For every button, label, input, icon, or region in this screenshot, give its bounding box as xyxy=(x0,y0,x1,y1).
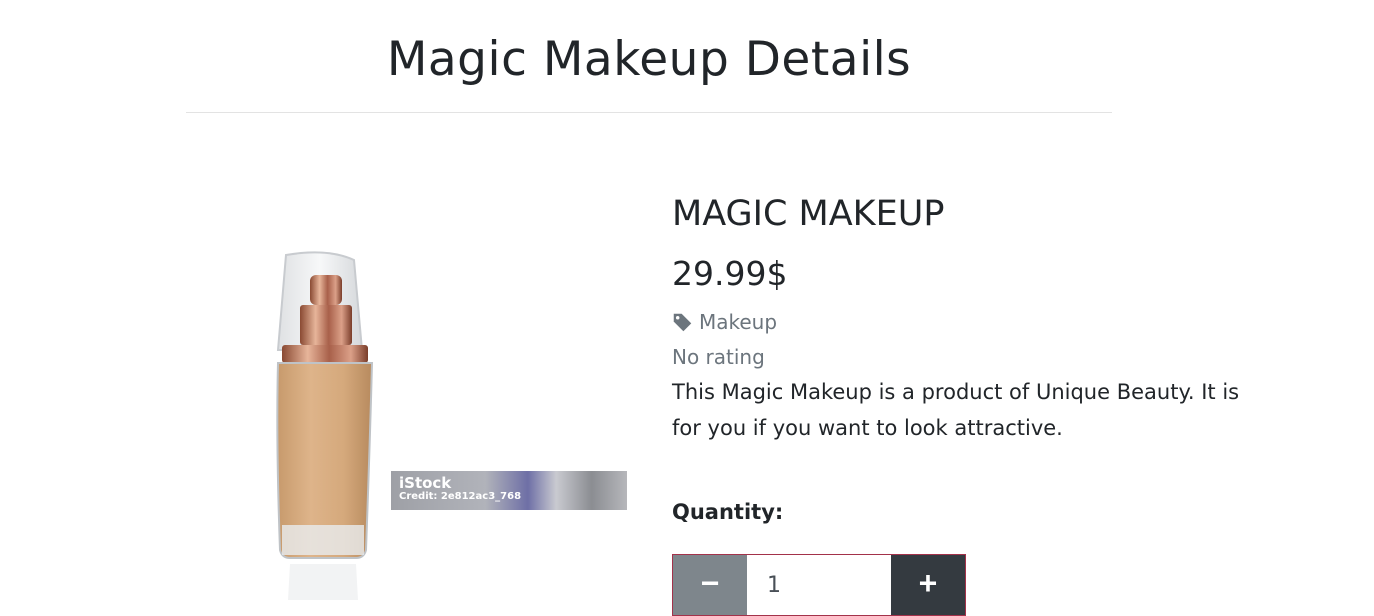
product-details: MAGIC MAKEUP 29.99$ Makeup No rating Thi… xyxy=(672,190,1272,616)
product-price: 29.99$ xyxy=(672,254,788,293)
title-divider xyxy=(186,112,1112,113)
quantity-stepper: − + xyxy=(672,554,966,616)
page-title: Magic Makeup Details xyxy=(386,32,912,87)
product-image xyxy=(186,180,631,600)
product-category[interactable]: Makeup xyxy=(672,308,1272,336)
increase-quantity-button[interactable]: + xyxy=(891,555,965,615)
decrease-quantity-button[interactable]: − xyxy=(673,555,747,615)
watermark-brand: iStock xyxy=(399,474,452,492)
quantity-input[interactable] xyxy=(747,555,891,615)
category-label: Makeup xyxy=(699,310,778,334)
foundation-bottle-image xyxy=(276,251,374,600)
quantity-label: Quantity: xyxy=(672,500,784,524)
product-description: This Magic Makeup is a product of Unique… xyxy=(672,380,1240,440)
istock-watermark: iStock Credit: 2e812ac3_768 xyxy=(391,471,627,510)
product-rating: No rating xyxy=(672,345,765,369)
product-name: MAGIC MAKEUP xyxy=(672,194,945,234)
tag-icon xyxy=(673,313,692,331)
watermark-credit: Credit: 2e812ac3_768 xyxy=(399,491,522,502)
